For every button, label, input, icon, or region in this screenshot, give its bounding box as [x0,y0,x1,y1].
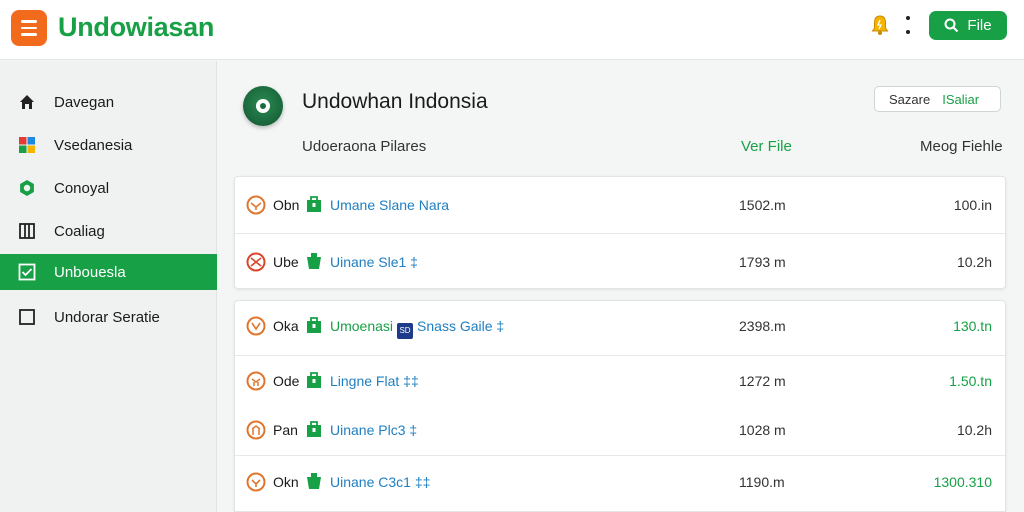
bag-icon [307,196,321,212]
status-ring-icon [246,195,266,215]
row-size: 1502.m [739,197,786,213]
row-amount: 130.tn [953,318,992,334]
more-options-icon[interactable] [904,16,912,34]
page-title: Undowhan Indonsia [302,90,488,113]
sidebar-item-label: Conoyal [54,179,110,197]
row-size: 1190.m [739,474,785,490]
sidebar-item-undorar-seratie[interactable]: Undorar Seratie [0,299,217,335]
table-row[interactable]: Ode Lingne Flat ‡‡ 1272 m 1.50.tn [234,361,1006,401]
sidebar-item-unbouesla[interactable]: Unbouesla [0,254,217,290]
sidebar-item-label: Coaliag [54,222,105,240]
row-size: 2398.m [739,318,786,334]
sidebar-item-conoyal[interactable]: Conoyal [0,170,217,206]
status-ring-icon [246,252,266,272]
table-row[interactable]: Okn Uinane C3c1 ‡‡ 1190.m 1300.310 [234,462,1006,502]
sd-badge-icon: SD [397,323,414,339]
row-amount: 10.2h [956,254,992,270]
row-name[interactable]: Uinane Plc3 ‡ [330,422,417,438]
bag-icon [307,317,321,333]
status-ring-icon [246,371,266,391]
gear-icon [18,179,36,197]
row-code: Ode [273,373,300,389]
bag-icon [307,372,321,388]
row-name[interactable]: Lingne Flat ‡‡ [330,373,419,389]
row-name-primary: Umoenasi [330,318,394,334]
bucket-icon [307,253,321,269]
file-button-label: File [967,17,992,34]
row-code: Oka [273,318,299,334]
row-amount: 1.50.tn [949,373,992,389]
column-header-amount[interactable]: Meog Fiehle [920,138,1003,155]
brand-logo-icon [243,86,283,126]
app-title: Undowiasan [58,12,215,42]
row-divider [235,355,1005,356]
column-header-file[interactable]: Ver File [741,138,792,155]
sidebar-item-label: Unbouesla [54,263,126,281]
table-row[interactable]: Ube Uinane Sle1 ‡ 1793 m 10.2h [234,242,1006,282]
sidebar-item-label: Undorar Seratie [54,308,160,326]
row-name[interactable]: Uinane Sle1 ‡ [330,254,418,270]
checkbox-icon [18,263,36,281]
search-filter-value: ISaliar [942,91,980,107]
row-amount: 1300.310 [933,474,992,490]
book-icon [18,222,36,240]
row-code: Obn [273,197,300,213]
bag-icon [307,421,321,437]
square-icon [18,308,36,326]
sidebar: Davegan Vsedanesia Conoyal Coaliag Unbou… [0,61,217,512]
row-size: 1028 m [739,422,786,438]
row-name[interactable]: Umoenasi SD Snass Gaile ‡ [330,318,504,339]
row-divider [235,455,1005,456]
column-header-name[interactable]: Udoeraona Pilares [302,138,426,155]
status-ring-icon [246,316,266,336]
file-button[interactable]: File [929,11,1007,40]
sidebar-item-vsedanesia[interactable]: Vsedanesia [0,127,217,163]
row-size: 1272 m [739,373,786,389]
row-code: Ube [273,254,299,270]
search-icon [944,18,959,33]
table-row[interactable]: Pan Uinane Plc3 ‡ 1028 m 10.2h [234,410,1006,450]
status-ring-icon [246,420,266,440]
search-filter-label: Sazare [889,91,931,107]
row-amount: 100.in [953,197,992,213]
table-row[interactable]: Obn Umane Slane Nara 1502.m 100.in [234,185,1006,225]
hamburger-menu-icon[interactable] [11,10,47,46]
bucket-icon [307,473,321,489]
top-header: Undowiasan File [0,0,1024,60]
row-name[interactable]: Uinane C3c1 ‡‡ [330,474,430,490]
home-icon [18,93,36,111]
sidebar-item-coaliag[interactable]: Coaliag [0,213,217,249]
sidebar-item-label: Vsedanesia [54,136,133,154]
notification-bell-icon[interactable] [871,14,889,36]
row-name[interactable]: Umane Slane Nara [330,197,449,213]
row-size: 1793 m [739,254,786,270]
row-code: Pan [273,422,298,438]
row-name-secondary: Snass Gaile ‡ [417,318,505,334]
sidebar-item-label: Davegan [54,93,115,111]
row-code: Okn [273,474,299,490]
table-row[interactable]: Oka Umoenasi SD Snass Gaile ‡ 2398.m 130.t… [234,306,1006,346]
row-amount: 10.2h [956,422,992,438]
row-divider [235,233,1005,234]
sidebar-item-davegan[interactable]: Davegan [0,84,217,120]
status-ring-icon [246,472,266,492]
search-filter[interactable]: Sazare ISaliar [874,86,1001,112]
grid-icon [18,136,36,154]
